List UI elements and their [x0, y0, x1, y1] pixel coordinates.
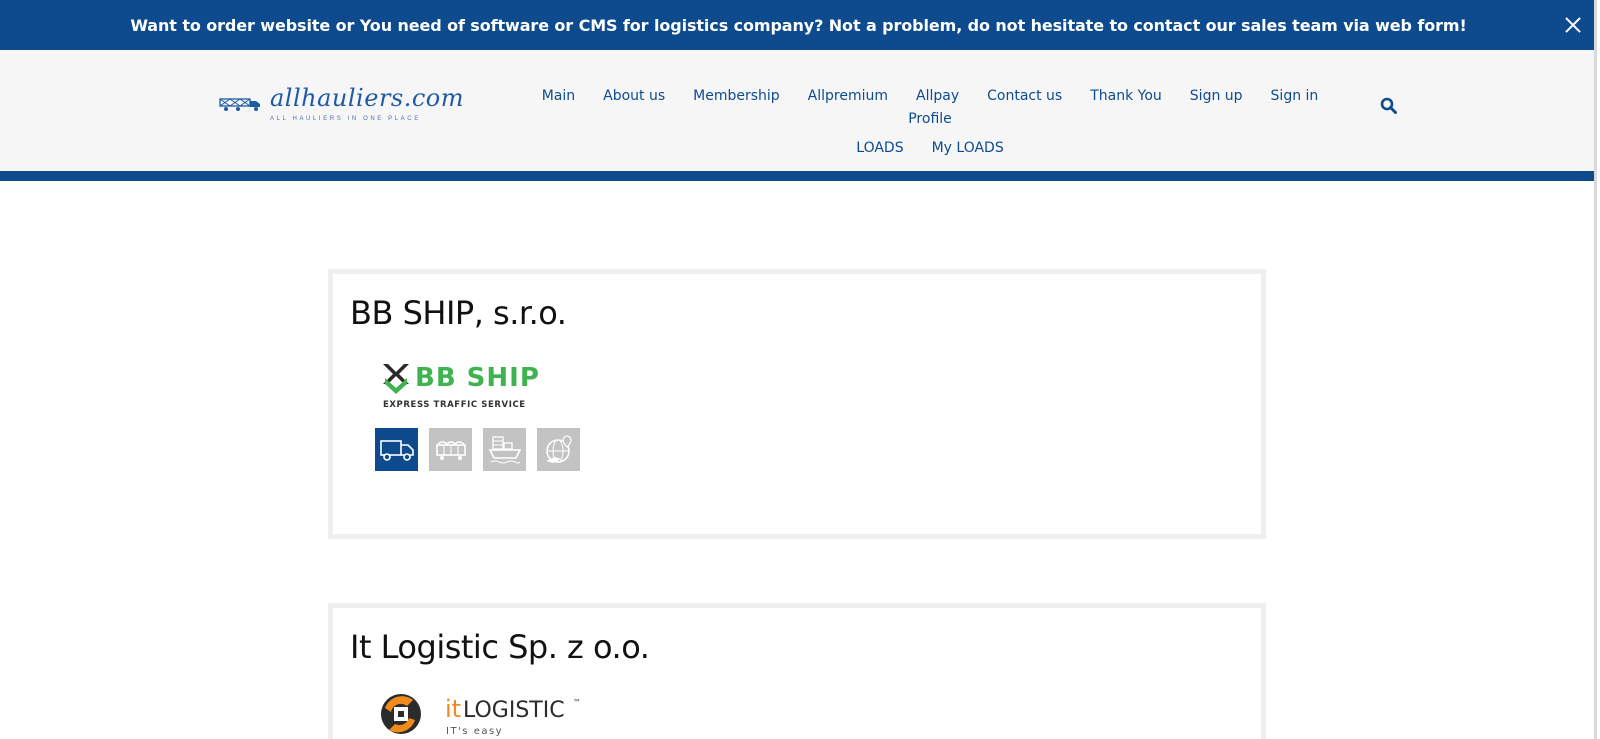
bb-ship-logo[interactable]: BB SHIP EXPRESS TRAFFIC SERVICE: [379, 356, 579, 414]
site-logo[interactable]: allhauliers.com ALL HAULIERS IN ONE PLAC…: [218, 84, 464, 126]
svg-text:it: it: [445, 695, 461, 723]
company-name[interactable]: It Logistic Sp. z o.o.: [350, 628, 650, 666]
nav-main[interactable]: Main: [528, 88, 589, 105]
announcement-text: Want to order website or You need of sof…: [130, 15, 1467, 35]
globe-plane-icon: [545, 434, 572, 463]
nav-loads[interactable]: LOADS: [842, 140, 917, 157]
service-icons: [375, 428, 580, 471]
svg-text:EXPRESS TRAFFIC SERVICE: EXPRESS TRAFFIC SERVICE: [383, 400, 526, 410]
header-divider: [0, 171, 1597, 181]
nav-profile[interactable]: Profile: [894, 111, 966, 128]
site-header: allhauliers.com ALL HAULIERS IN ONE PLAC…: [0, 50, 1597, 171]
nav-about-us[interactable]: About us: [589, 88, 679, 105]
service-sea[interactable]: [483, 428, 526, 471]
logo-wordmark: allhauliers.com: [270, 84, 465, 112]
company-name[interactable]: BB SHIP, s.r.o.: [350, 294, 567, 332]
ship-icon: [488, 435, 521, 463]
service-rail[interactable]: [429, 428, 472, 471]
svg-text:IT's easy: IT's easy: [446, 726, 503, 737]
it-logistic-logo[interactable]: it LOGISTIC ™ IT's easy: [375, 690, 595, 739]
company-card: BB SHIP, s.r.o. BB SHIP EXPRESS TRAFFIC …: [328, 269, 1266, 539]
rail-wagon-icon: [435, 440, 466, 460]
scrollbar[interactable]: [1594, 0, 1597, 739]
service-road[interactable]: [375, 428, 418, 471]
announcement-bar: Want to order website or You need of sof…: [0, 0, 1597, 50]
truck-icon: [379, 439, 414, 461]
nav-contact-us[interactable]: Contact us: [973, 88, 1076, 105]
logo-tagline: ALL HAULIERS IN ONE PLACE: [270, 116, 421, 122]
main-nav: Main About us Membership Allpremium Allp…: [510, 88, 1350, 157]
service-air[interactable]: [537, 428, 580, 471]
search-icon[interactable]: [1380, 97, 1397, 114]
svg-text:™: ™: [573, 698, 581, 707]
nav-sign-in[interactable]: Sign in: [1257, 88, 1333, 105]
nav-allpay[interactable]: Allpay: [902, 88, 973, 105]
nav-my-loads[interactable]: My LOADS: [918, 140, 1018, 157]
nav-sign-up[interactable]: Sign up: [1176, 88, 1257, 105]
nav-membership[interactable]: Membership: [679, 88, 794, 105]
truck-logo-icon: [219, 98, 260, 111]
svg-text:BB SHIP: BB SHIP: [415, 363, 540, 393]
nav-thank-you[interactable]: Thank You: [1076, 88, 1176, 105]
page: Want to order website or You need of sof…: [0, 0, 1597, 739]
nav-allpremium[interactable]: Allpremium: [794, 88, 902, 105]
company-card: It Logistic Sp. z o.o. it LOGISTIC ™ IT'…: [328, 603, 1266, 739]
svg-text:LOGISTIC: LOGISTIC: [463, 698, 565, 723]
close-icon[interactable]: [1563, 15, 1583, 35]
